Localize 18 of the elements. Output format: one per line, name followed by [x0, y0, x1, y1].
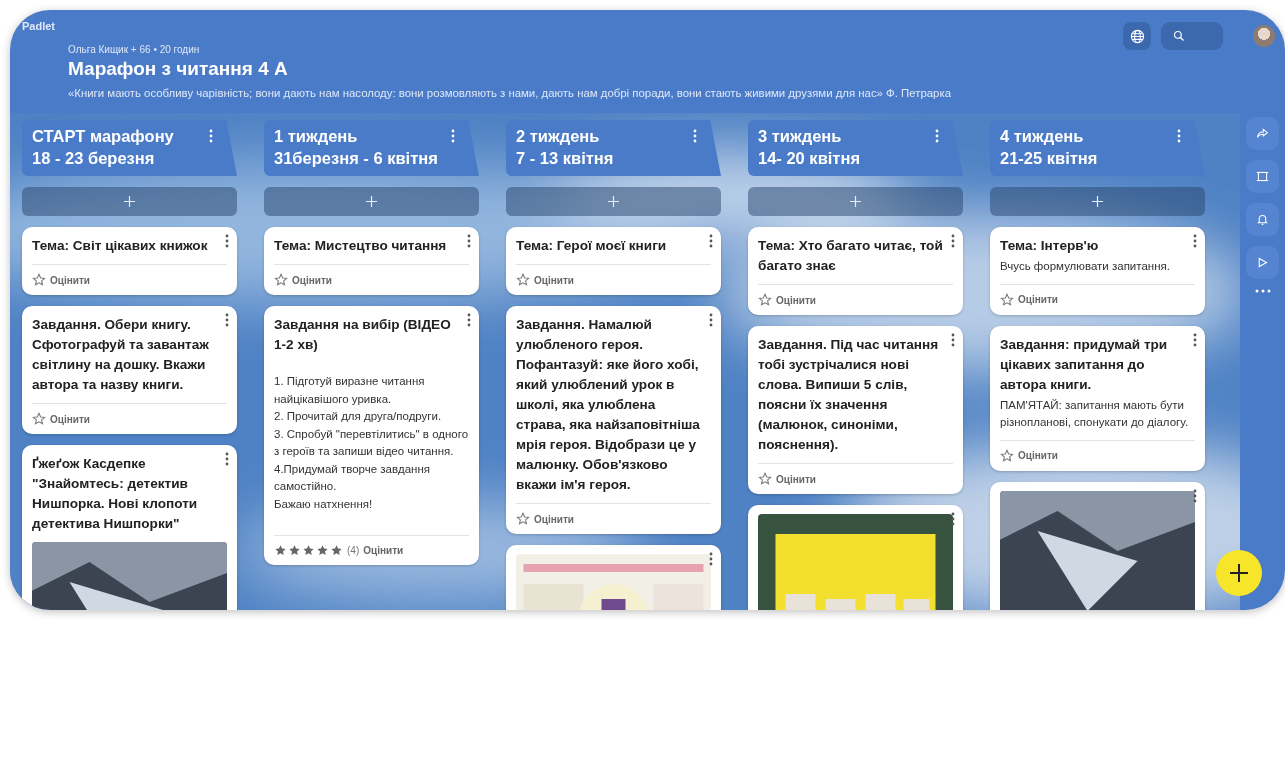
globe-button[interactable]: [1123, 22, 1151, 50]
frame-icon: [1256, 170, 1269, 183]
board-byline: Ольга Кищик + 66 • 20 годин: [68, 44, 201, 55]
play-icon: [1256, 256, 1269, 269]
bell-icon: [1256, 213, 1269, 226]
globe-icon: [1129, 28, 1145, 44]
play-button[interactable]: [1246, 246, 1279, 279]
logo[interactable]: Padlet: [22, 20, 55, 32]
share-icon: [1256, 127, 1269, 140]
more-icon[interactable]: [1254, 289, 1271, 293]
search-icon: [1173, 30, 1185, 42]
frame-button[interactable]: [1246, 160, 1279, 193]
board-title: Марафон з читання 4 А: [68, 58, 289, 80]
search-field[interactable]: [1161, 22, 1223, 50]
avatar[interactable]: [1253, 25, 1275, 47]
share-button[interactable]: [1246, 117, 1279, 150]
board-description: «Книги мають особливу чарівність; вони дають нам насолоду: вони розмовляють з нами, дають нам добрі поради, вони стають живими друзями для нас» Ф. Петрарка: [68, 87, 953, 99]
notification-button[interactable]: [1246, 203, 1279, 236]
